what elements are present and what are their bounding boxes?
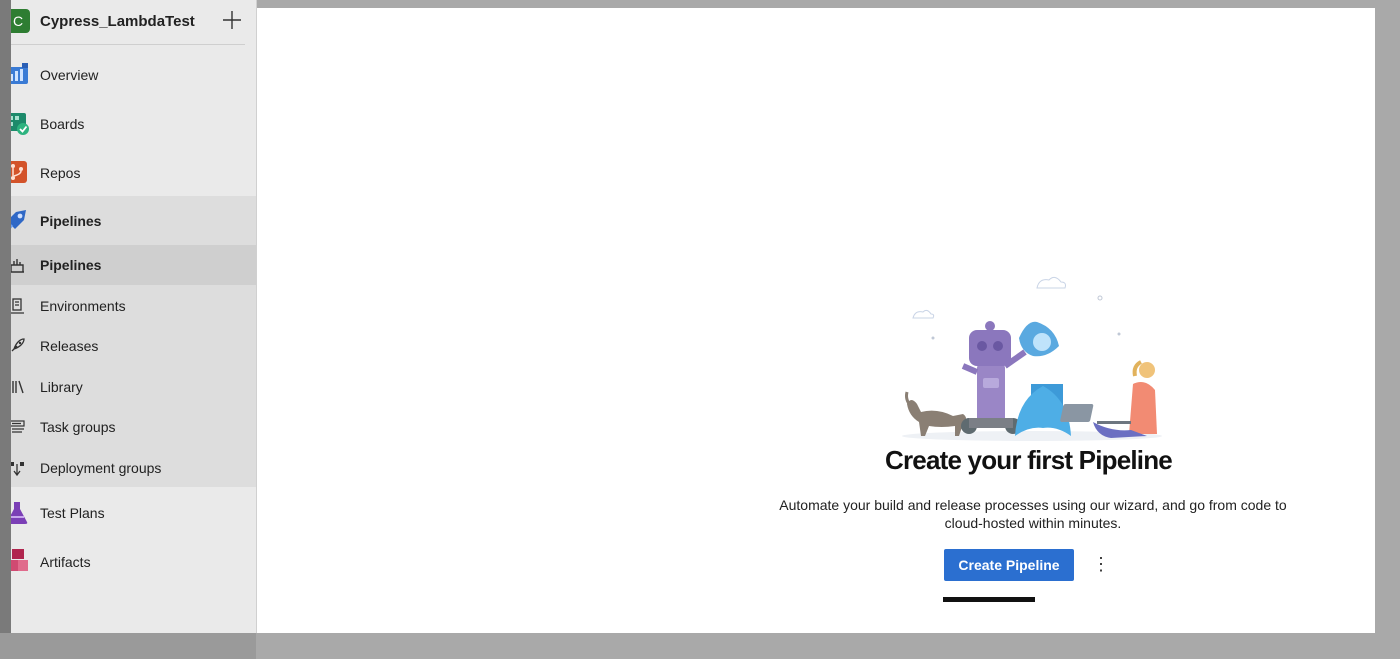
- subnav-label-releases: Releases: [40, 338, 99, 354]
- project-header: C Cypress_LambdaTest: [0, 0, 245, 45]
- nav-item-pipelines[interactable]: Pipelines: [0, 196, 256, 244]
- subnav-label-environments: Environments: [40, 298, 126, 314]
- nav-label-test-plans: Test Plans: [40, 505, 105, 521]
- nav-item-overview[interactable]: Overview: [0, 51, 256, 99]
- add-icon[interactable]: [222, 10, 242, 30]
- sidebar-footer: [0, 633, 256, 659]
- subnav-item-releases[interactable]: Releases: [0, 326, 256, 366]
- project-name[interactable]: Cypress_LambdaTest: [40, 13, 195, 30]
- subnav-item-deployment-groups[interactable]: Deployment groups: [0, 448, 256, 488]
- nav-label-artifacts: Artifacts: [40, 554, 91, 570]
- nav-item-boards[interactable]: Boards: [0, 100, 256, 148]
- focus-indicator: [943, 597, 1035, 602]
- main-content: Create your first Pipeline: [257, 8, 1375, 633]
- subnav-label-library: Library: [40, 379, 83, 395]
- pipelines-section: Pipelines Pipelines Environments Release…: [0, 196, 256, 487]
- nav-item-artifacts[interactable]: Artifacts: [0, 537, 256, 585]
- subnav-item-task-groups[interactable]: Task groups: [0, 407, 256, 447]
- subnav-item-pipelines[interactable]: Pipelines: [0, 245, 256, 285]
- nav-item-repos[interactable]: Repos: [0, 148, 256, 196]
- nav-label-boards: Boards: [40, 116, 85, 132]
- more-options-icon[interactable]: ⋮: [1089, 553, 1113, 577]
- subnav-label-task-groups: Task groups: [40, 419, 116, 435]
- nav-label-repos: Repos: [40, 165, 81, 181]
- subnav-label-pipelines: Pipelines: [40, 257, 102, 273]
- empty-state-description: Automate your build and release processe…: [779, 497, 1287, 531]
- subnav-item-environments[interactable]: Environments: [0, 286, 256, 326]
- empty-state-title: Create your first Pipeline: [885, 445, 1173, 475]
- nav-label-overview: Overview: [40, 67, 99, 83]
- pipeline-illustration: [902, 276, 1162, 441]
- subnav-label-deployment-groups: Deployment groups: [40, 460, 162, 476]
- nav-item-test-plans[interactable]: Test Plans: [0, 489, 256, 537]
- create-pipeline-button[interactable]: Create Pipeline: [944, 549, 1074, 581]
- sidebar: C Cypress_LambdaTest Overview Boards Rep…: [0, 0, 257, 633]
- window-edge: [0, 0, 11, 659]
- subnav-item-library[interactable]: Library: [0, 367, 256, 407]
- nav-label-pipelines: Pipelines: [40, 213, 102, 229]
